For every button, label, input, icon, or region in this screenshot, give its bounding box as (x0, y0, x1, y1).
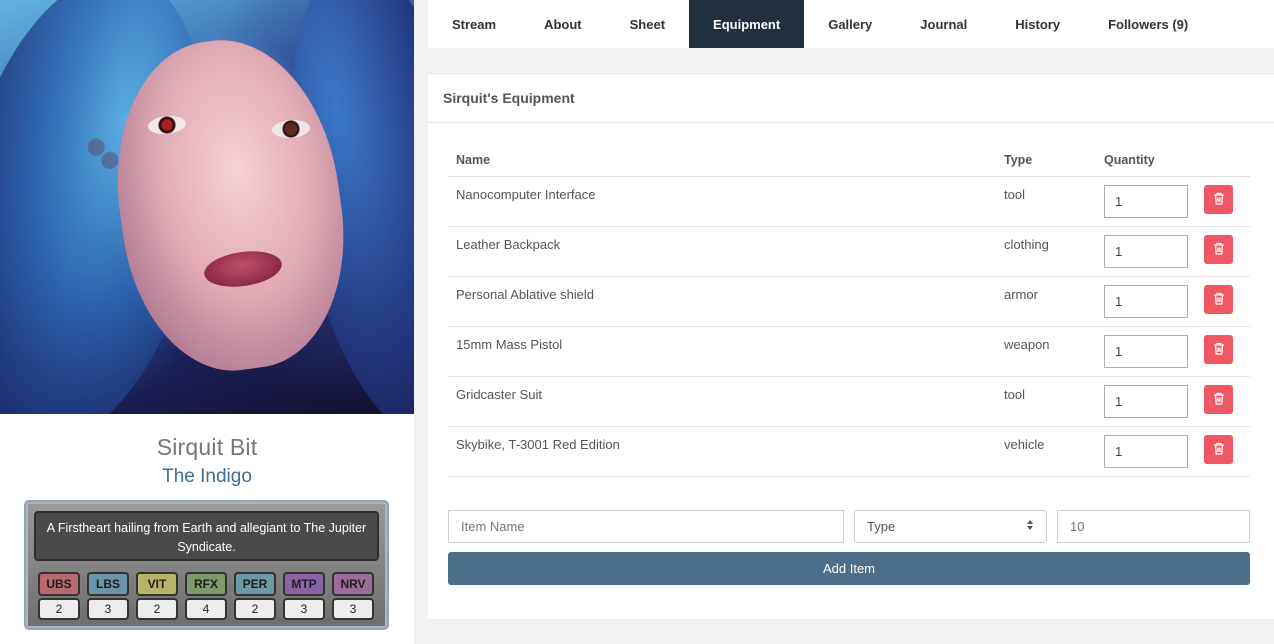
add-item-form: Type Add Item (448, 510, 1250, 585)
stat-value: 2 (234, 598, 276, 620)
stat-label: NRV (332, 572, 374, 596)
item-quantity-input[interactable] (1104, 335, 1188, 368)
tab-followers-9[interactable]: Followers (9) (1084, 0, 1212, 48)
item-type: weapon (1004, 337, 1050, 352)
character-description: A Firstheart hailing from Earth and alle… (34, 511, 379, 561)
item-name: Personal Ablative shield (456, 287, 595, 302)
tab-history[interactable]: History (991, 0, 1084, 48)
stat-label: LBS (87, 572, 129, 596)
table-row: Nanocomputer Interface tool (448, 177, 1250, 227)
item-quantity-input[interactable] (1104, 235, 1188, 268)
equipment-heading: Sirquit's Equipment (428, 74, 1274, 123)
trash-icon (1213, 342, 1225, 358)
stat-rfx: RFX 4 (185, 572, 227, 620)
table-row: Personal Ablative shield armor (448, 277, 1250, 327)
tab-journal[interactable]: Journal (896, 0, 991, 48)
item-name: 15mm Mass Pistol (456, 337, 563, 352)
delete-item-button[interactable] (1204, 285, 1233, 314)
item-name: Skybike, T-3001 Red Edition (456, 437, 620, 452)
table-header: Name Type Quantity (448, 149, 1250, 177)
item-quantity-input[interactable] (1104, 285, 1188, 318)
character-sidebar: Sirquit Bit The Indigo A Firstheart hail… (0, 0, 414, 644)
stat-value: 2 (136, 598, 178, 620)
tab-stream[interactable]: Stream (428, 0, 520, 48)
stat-value: 3 (332, 598, 374, 620)
item-name: Gridcaster Suit (456, 387, 542, 402)
stat-list: UBS 2 LBS 3 VIT 2 RFX 4 PER 2 MTP 3 NRV 3 (38, 572, 374, 620)
item-type: tool (1004, 187, 1025, 202)
delete-item-button[interactable] (1204, 185, 1233, 214)
item-type-selected: Type (867, 519, 896, 534)
stat-label: VIT (136, 572, 178, 596)
item-type: clothing (1004, 237, 1049, 252)
stat-label: MTP (283, 572, 325, 596)
item-quantity-cell (1104, 327, 1204, 368)
stat-label: RFX (185, 572, 227, 596)
item-quantity-cell (1104, 377, 1204, 418)
tab-equipment[interactable]: Equipment (689, 0, 805, 48)
stat-value: 4 (185, 598, 227, 620)
item-quantity-cell (1104, 227, 1204, 268)
stat-ubs: UBS 2 (38, 572, 80, 620)
trash-icon (1213, 442, 1225, 458)
add-item-button[interactable]: Add Item (448, 552, 1250, 585)
tab-sheet[interactable]: Sheet (606, 0, 689, 48)
delete-item-button[interactable] (1204, 435, 1233, 464)
trash-icon (1213, 242, 1225, 258)
stat-lbs: LBS 3 (87, 572, 129, 620)
item-quantity-input[interactable] (1104, 385, 1188, 418)
profile-tabs: Stream About Sheet Equipment Gallery Journal H… (428, 0, 1274, 48)
column-header-quantity: Quantity (1104, 153, 1155, 167)
table-row: Gridcaster Suit tool (448, 377, 1250, 427)
item-type: armor (1004, 287, 1038, 302)
table-row: 15mm Mass Pistol weapon (448, 327, 1250, 377)
item-type: vehicle (1004, 437, 1045, 452)
item-quantity-cell (1104, 427, 1204, 468)
table-row: Skybike, T-3001 Red Edition vehicle (448, 427, 1250, 477)
select-arrows-icon (1026, 519, 1034, 534)
item-quantity-input[interactable] (1104, 435, 1188, 468)
equipment-card: Sirquit's Equipment Name Type Quantity N… (428, 73, 1274, 619)
column-header-type: Type (1004, 153, 1033, 167)
stat-nrv: NRV 3 (332, 572, 374, 620)
stat-vit: VIT 2 (136, 572, 178, 620)
table-row: Leather Backpack clothing (448, 227, 1250, 277)
item-quantity-cell (1104, 277, 1204, 318)
trash-icon (1213, 392, 1225, 408)
item-type: tool (1004, 387, 1025, 402)
trash-icon (1213, 292, 1225, 308)
item-name: Leather Backpack (456, 237, 561, 252)
item-type-select[interactable]: Type (854, 510, 1047, 543)
stat-label: UBS (38, 572, 80, 596)
item-name-input[interactable] (448, 510, 844, 543)
item-quantity-input[interactable] (1057, 510, 1250, 543)
delete-item-button[interactable] (1204, 235, 1233, 264)
character-name: Sirquit Bit (156, 434, 258, 460)
column-header-name: Name (456, 153, 491, 167)
character-title: The Indigo (162, 466, 252, 487)
equipment-table: Name Type Quantity Nanocomputer Interfac… (448, 149, 1250, 477)
stat-value: 3 (283, 598, 325, 620)
item-quantity-cell (1104, 177, 1204, 218)
stat-mtp: MTP 3 (283, 572, 325, 620)
delete-item-button[interactable] (1204, 385, 1233, 414)
tab-gallery[interactable]: Gallery (804, 0, 896, 48)
character-stat-panel: A Firstheart hailing from Earth and alle… (24, 500, 389, 630)
tab-about[interactable]: About (520, 0, 606, 48)
stat-value: 2 (38, 598, 80, 620)
item-name: Nanocomputer Interface (456, 187, 596, 202)
trash-icon (1213, 192, 1225, 208)
stat-value: 3 (87, 598, 129, 620)
character-portrait (0, 0, 414, 414)
stat-per: PER 2 (234, 572, 276, 620)
delete-item-button[interactable] (1204, 335, 1233, 364)
stat-label: PER (234, 572, 276, 596)
item-quantity-input[interactable] (1104, 185, 1188, 218)
